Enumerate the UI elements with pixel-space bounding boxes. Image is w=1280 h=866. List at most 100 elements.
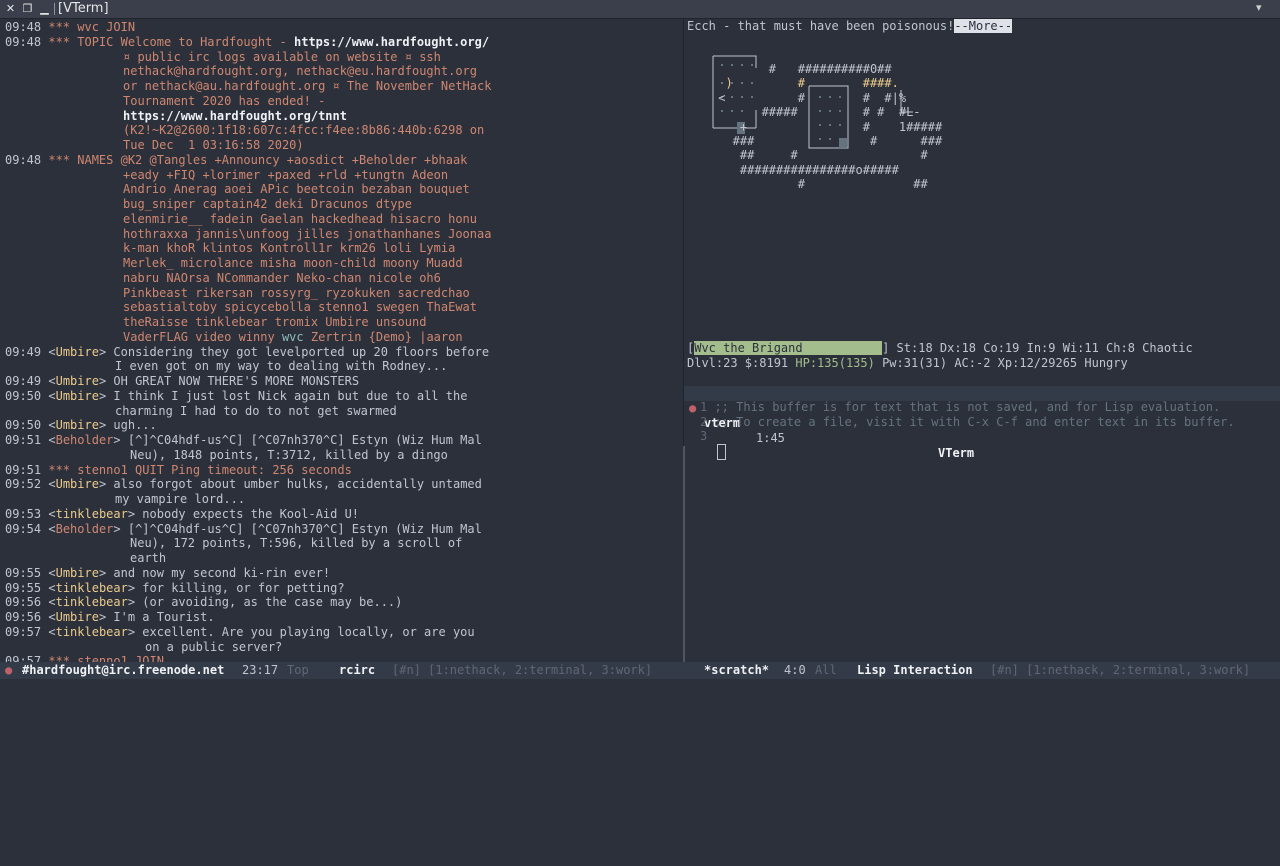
- message-text: for killing, or for petting?: [142, 580, 345, 595]
- message-text: and now my second ki-rin ever!: [113, 565, 331, 580]
- dungeon-map: # ##########0## ) # ####. < # # #|% ####…: [711, 52, 951, 202]
- chat-message: 09:55 <Umbire> and now my second ki-rin …: [5, 565, 331, 580]
- minimize-icon[interactable]: ▁: [38, 2, 51, 15]
- message-text: Considering they got levelported up 20 f…: [113, 344, 490, 359]
- nethack-message: Ecch - that must have been poisonous!--M…: [687, 19, 1013, 33]
- irc-line-continuation: hothraxxa jannis\unfoog jilles jonathanh…: [123, 226, 492, 241]
- chat-message: 09:57 *** stenno1 JOIN: [5, 654, 164, 662]
- irc-line-continuation: Pinkbeast rikersan rossyrg_ ryzokuken sa…: [123, 285, 470, 300]
- map-row: # ##########0##: [711, 62, 892, 76]
- restore-icon[interactable]: ❐: [21, 2, 34, 15]
- message-text: I think I just lost Nick again but due t…: [113, 388, 468, 403]
- message-text: [^]^C04hdf-us^C] [^C07nh370^C] Estyn (Wi…: [127, 521, 482, 536]
- chat-message: 09:56 <tinklebear> (or avoiding, as the …: [5, 595, 403, 610]
- irc-line-continuation: ¤ public irc logs available on website ¤…: [123, 49, 441, 64]
- names-text: VaderFLAG video winny: [123, 329, 282, 344]
- more-prompt[interactable]: --More--: [954, 19, 1013, 33]
- message-continuation: earth: [130, 551, 167, 565]
- scratch-buffer[interactable]: 1 ;; This buffer is for text that is not…: [684, 400, 1280, 662]
- timestamp: 09:49: [5, 374, 42, 388]
- system-message: *** stenno1 JOIN: [48, 654, 164, 662]
- system-message: *** TOPIC Welcome to Hardfought -: [48, 34, 294, 49]
- timestamp: 09:57: [5, 624, 42, 639]
- mode-line[interactable]: ● #hardfought@irc.freenode.net 23:17 Top…: [0, 662, 1280, 679]
- irc-line-continuation: VaderFLAG video winny wvc Zertrin {Demo}…: [123, 330, 463, 345]
- scratch-workspaces[interactable]: [#n] [1:nethack, 2:terminal, 3:work]: [990, 662, 1250, 679]
- irc-line-continuation: or nethack@au.hardfought.org ¤ The Novem…: [123, 79, 492, 93]
- message-text: also forgot about umber hulks, accidenta…: [113, 477, 482, 492]
- names-text: Zertrin {Demo} |aaron: [303, 329, 463, 344]
- message-text: excellent. Are you playing locally, or a…: [142, 624, 475, 639]
- tournament-link[interactable]: https://www.hardfought.org/tnnt: [123, 109, 347, 123]
- map-row: + # 1#####: [711, 119, 943, 134]
- irc-line-continuation: sebastialtoby spicycebolla stenno1 swege…: [123, 300, 478, 315]
- text-cursor: [717, 444, 726, 460]
- map-row: ## # #: [711, 148, 928, 163]
- irc-line: 09:48 *** wvc JOIN: [5, 20, 135, 35]
- nick-umbire[interactable]: Umbire: [56, 418, 99, 432]
- timestamp: 09:50: [5, 418, 42, 433]
- nick-tinklebear[interactable]: tinklebear: [56, 581, 128, 595]
- modified-dot-icon: ●: [5, 663, 13, 677]
- nick-umbire[interactable]: Umbire: [56, 389, 99, 403]
- chat-message: 09:51 <Beholder> [^]^C04hdf-us^C] [^C07n…: [5, 433, 482, 447]
- echo-area[interactable]: [0, 679, 1280, 693]
- message-text: (or avoiding, as the case may be...): [142, 595, 403, 610]
- nick-beholder[interactable]: Beholder: [56, 433, 114, 447]
- chat-message: 09:50 <Umbire> ugh...: [5, 418, 157, 433]
- timestamp: 09:48: [5, 152, 42, 167]
- scratch-line: 2 ;; To create a file, visit it with C-x…: [700, 415, 1235, 430]
- nick-umbire[interactable]: Umbire: [56, 477, 99, 491]
- chat-message: 09:54 <Beholder> [^]^C04hdf-us^C] [^C07n…: [5, 521, 482, 536]
- chevron-down-icon[interactable]: ▾: [1256, 1, 1262, 14]
- irc-line-continuation: nabru NAOrsa NCommander Neko-chan nicole…: [123, 270, 441, 285]
- map-row: < # # #|%: [711, 90, 907, 105]
- timestamp: 09:54: [5, 521, 42, 536]
- map-row: ##### # # #L-: [711, 105, 921, 120]
- message-text: [^]^C04hdf-us^C] [^C07nh370^C] Estyn (Wi…: [127, 433, 482, 447]
- timestamp: 09:50: [5, 388, 42, 403]
- message-text: nobody expects the Kool-Aid U!: [142, 506, 360, 521]
- map-row: ### # ###: [711, 134, 943, 148]
- vterm-mode-line[interactable]: ● vterm 1:45 VTerm: [684, 386, 1280, 460]
- chat-message: 09:50 <Umbire> I think I just lost Nick …: [5, 388, 468, 403]
- title-separator: [54, 3, 55, 15]
- scratch-scroll-indicator: All: [815, 663, 837, 677]
- nick-highlight: wvc: [281, 329, 304, 344]
- chat-message: 09:49 <Umbire> Considering they got leve…: [5, 344, 490, 359]
- window-title: [VTerm]: [58, 1, 109, 16]
- nick-umbire[interactable]: Umbire: [56, 374, 99, 388]
- chat-message: 09:52 <Umbire> also forgot about umber h…: [5, 477, 482, 492]
- message-continuation: I even got on my way to dealing with Rod…: [115, 359, 448, 374]
- nick-umbire[interactable]: Umbire: [56, 610, 99, 624]
- message-continuation: Neu), 172 points, T:596, killed by a scr…: [130, 536, 463, 551]
- nick-beholder[interactable]: Beholder: [56, 522, 114, 536]
- scratch-line: 1 ;; This buffer is for text that is not…: [700, 400, 1220, 415]
- close-icon[interactable]: ✕: [4, 2, 17, 15]
- scratch-position: 4:0: [784, 663, 806, 677]
- message-text: I'm a Tourist.: [113, 610, 215, 624]
- scratch-major-mode[interactable]: Lisp Interaction: [857, 662, 973, 679]
- timestamp: 09:48: [5, 20, 42, 34]
- irc-line-continuation: Andrio Anerag aoei APic beetcoin bezaban…: [123, 182, 470, 197]
- scratch-line: 3: [700, 429, 714, 444]
- irc-workspaces[interactable]: [#n] [1:nethack, 2:terminal, 3:work]: [392, 662, 652, 679]
- chat-message: 09:55 <tinklebear> for killing, or for p…: [5, 580, 345, 595]
- irc-buffer[interactable]: 09:48 *** wvc JOIN 09:48 *** TOPIC Welcom…: [0, 19, 683, 662]
- system-message: *** NAMES @K2 @Tangles +Announcy +aosdic…: [48, 152, 468, 167]
- irc-buffer-name[interactable]: #hardfought@irc.freenode.net: [22, 662, 224, 679]
- nick-tinklebear[interactable]: tinklebear: [56, 625, 128, 639]
- topic-link[interactable]: https://www.hardfought.org/: [294, 35, 489, 49]
- nick-umbire[interactable]: Umbire: [56, 566, 99, 580]
- nick-tinklebear[interactable]: tinklebear: [56, 507, 128, 521]
- timestamp: 09:53: [5, 506, 42, 521]
- chat-message: 09:49 <Umbire> OH GREAT NOW THERE'S MORE…: [5, 374, 360, 388]
- nick-tinklebear[interactable]: tinklebear: [56, 595, 128, 609]
- scratch-buffer-name[interactable]: *scratch*: [704, 662, 769, 679]
- nick-umbire[interactable]: Umbire: [56, 345, 99, 359]
- map-row: # ##: [711, 177, 928, 192]
- comment-text: ;; To create a file, visit it with C-x C…: [707, 414, 1235, 429]
- irc-major-mode[interactable]: rcirc: [339, 662, 375, 679]
- irc-line-continuation: k-man khoR klintos Kontroll1r krm26 loli…: [123, 241, 456, 256]
- irc-line-continuation: bug_sniper captain42 deki Dracunos dtype: [123, 197, 412, 211]
